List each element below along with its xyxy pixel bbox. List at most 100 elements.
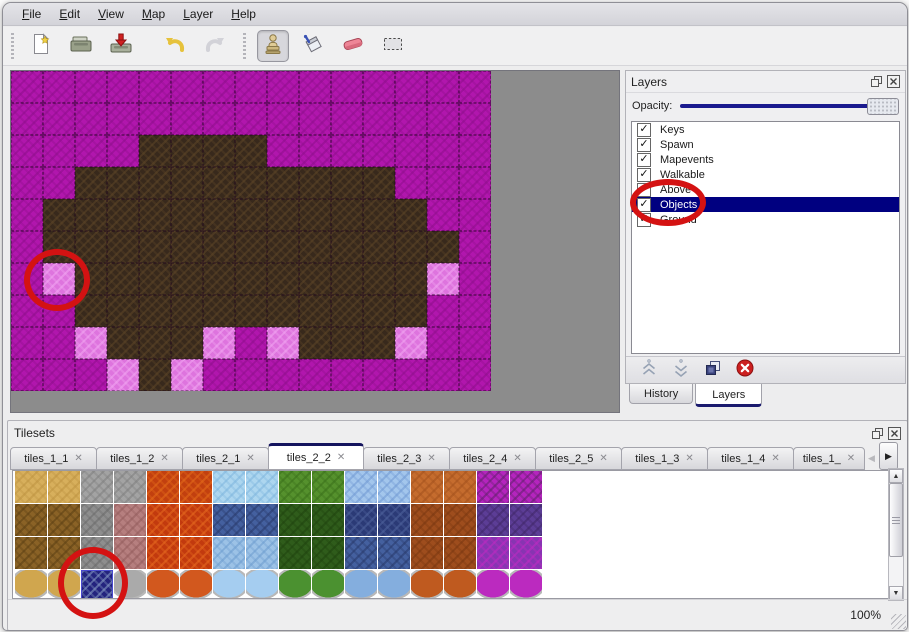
map-tile[interactable]	[363, 71, 395, 103]
map-tile[interactable]	[11, 135, 43, 167]
map-tile[interactable]	[139, 295, 171, 327]
map-tile[interactable]	[459, 327, 491, 359]
tileset-tile[interactable]	[213, 570, 245, 599]
map-tile[interactable]	[395, 359, 427, 391]
layer-visibility-checkbox[interactable]: ✓	[637, 198, 651, 212]
map-tile[interactable]	[171, 199, 203, 231]
map-tile[interactable]	[363, 135, 395, 167]
map-tile[interactable]	[11, 263, 43, 295]
map-tile[interactable]	[395, 135, 427, 167]
map-tile[interactable]	[427, 359, 459, 391]
toolbar-drag-handle[interactable]	[9, 33, 16, 59]
tileset-tile[interactable]	[345, 570, 377, 599]
map-tile[interactable]	[171, 263, 203, 295]
tileset-tile[interactable]	[213, 471, 245, 503]
map-tile[interactable]	[267, 103, 299, 135]
map-tile[interactable]	[43, 199, 75, 231]
menu-edit[interactable]: Edit	[50, 5, 89, 23]
map-tile[interactable]	[43, 103, 75, 135]
map-tile[interactable]	[331, 199, 363, 231]
map-tile[interactable]	[43, 231, 75, 263]
tileset-tab-tiles_1_1[interactable]: tiles_1_1✕	[10, 447, 97, 470]
scrollbar-thumb[interactable]	[889, 483, 903, 557]
tileset-tile[interactable]	[48, 471, 80, 503]
close-tab-icon[interactable]: ✕	[771, 453, 779, 464]
map-tile[interactable]	[75, 71, 107, 103]
map-tile[interactable]	[267, 327, 299, 359]
map-tile[interactable]	[235, 135, 267, 167]
map-tile[interactable]	[427, 135, 459, 167]
map-tile[interactable]	[139, 199, 171, 231]
tileset-tile[interactable]	[147, 504, 179, 536]
close-tab-icon[interactable]: ✕	[246, 453, 254, 464]
open-map-button[interactable]	[65, 30, 97, 62]
map-tile[interactable]	[299, 295, 331, 327]
tileset-tile[interactable]	[279, 537, 311, 569]
map-tile[interactable]	[235, 103, 267, 135]
map-tile[interactable]	[203, 263, 235, 295]
close-tab-icon[interactable]: ✕	[427, 453, 435, 464]
tileset-tile[interactable]	[114, 504, 146, 536]
map-tile[interactable]	[363, 199, 395, 231]
tileset-tile[interactable]	[180, 471, 212, 503]
map-tile[interactable]	[299, 231, 331, 263]
tileset-tab-tiles_1_3[interactable]: tiles_1_3✕	[621, 447, 708, 470]
tileset-tab-tiles_1_2[interactable]: tiles_1_2✕	[96, 447, 183, 470]
tileset-tab-tiles_1_[interactable]: tiles_1_✕	[793, 447, 865, 470]
tileset-tile[interactable]	[246, 570, 278, 599]
map-tile[interactable]	[107, 103, 139, 135]
map-tile[interactable]	[235, 231, 267, 263]
scroll-down-icon[interactable]: ▼	[889, 586, 903, 600]
map-tile[interactable]	[203, 359, 235, 391]
tileset-tile[interactable]	[15, 570, 47, 599]
layer-row-keys[interactable]: ✓Keys	[632, 122, 899, 137]
map-tile[interactable]	[427, 263, 459, 295]
scroll-up-icon[interactable]: ▲	[889, 469, 903, 483]
map-tile[interactable]	[395, 327, 427, 359]
layer-visibility-checkbox[interactable]: ✓	[637, 168, 651, 182]
tileset-tile[interactable]	[213, 537, 245, 569]
map-tile[interactable]	[363, 103, 395, 135]
map-tile[interactable]	[299, 199, 331, 231]
map-tile[interactable]	[171, 103, 203, 135]
map-tile[interactable]	[363, 359, 395, 391]
map-tile[interactable]	[107, 71, 139, 103]
map-tile[interactable]	[139, 263, 171, 295]
map-tile[interactable]	[459, 231, 491, 263]
tileset-tile[interactable]	[345, 471, 377, 503]
tileset-tile[interactable]	[213, 504, 245, 536]
map-tile[interactable]	[107, 135, 139, 167]
map-tile[interactable]	[75, 135, 107, 167]
map-tile[interactable]	[75, 295, 107, 327]
map-tile[interactable]	[203, 103, 235, 135]
tileset-tile[interactable]	[147, 471, 179, 503]
map-tile[interactable]	[331, 359, 363, 391]
tileset-tile[interactable]	[81, 537, 113, 569]
lower-layer-button[interactable]	[668, 359, 694, 381]
map-tile[interactable]	[139, 103, 171, 135]
menu-help[interactable]: Help	[222, 5, 265, 23]
close-tab-icon[interactable]: ✕	[599, 453, 607, 464]
map-tile[interactable]	[235, 359, 267, 391]
tileset-tile[interactable]	[444, 570, 476, 599]
map-tile[interactable]	[11, 71, 43, 103]
dock-tab-layers[interactable]: Layers	[695, 384, 762, 407]
map-tile[interactable]	[43, 359, 75, 391]
tileset-tile[interactable]	[114, 471, 146, 503]
map-tile[interactable]	[139, 231, 171, 263]
map-canvas[interactable]	[10, 70, 620, 413]
map-tile[interactable]	[171, 231, 203, 263]
map-tile[interactable]	[75, 263, 107, 295]
map-tile[interactable]	[11, 295, 43, 327]
map-tile[interactable]	[107, 167, 139, 199]
toolbar-drag-handle[interactable]	[241, 33, 248, 59]
tileset-tile[interactable]	[378, 504, 410, 536]
tileset-tile[interactable]	[378, 537, 410, 569]
tileset-tile[interactable]	[411, 537, 443, 569]
map-tile[interactable]	[459, 359, 491, 391]
tileset-view[interactable]	[12, 470, 890, 599]
tileset-tile[interactable]	[147, 570, 179, 599]
map-tile[interactable]	[75, 359, 107, 391]
map-tile[interactable]	[235, 295, 267, 327]
tileset-tile[interactable]	[510, 537, 542, 569]
